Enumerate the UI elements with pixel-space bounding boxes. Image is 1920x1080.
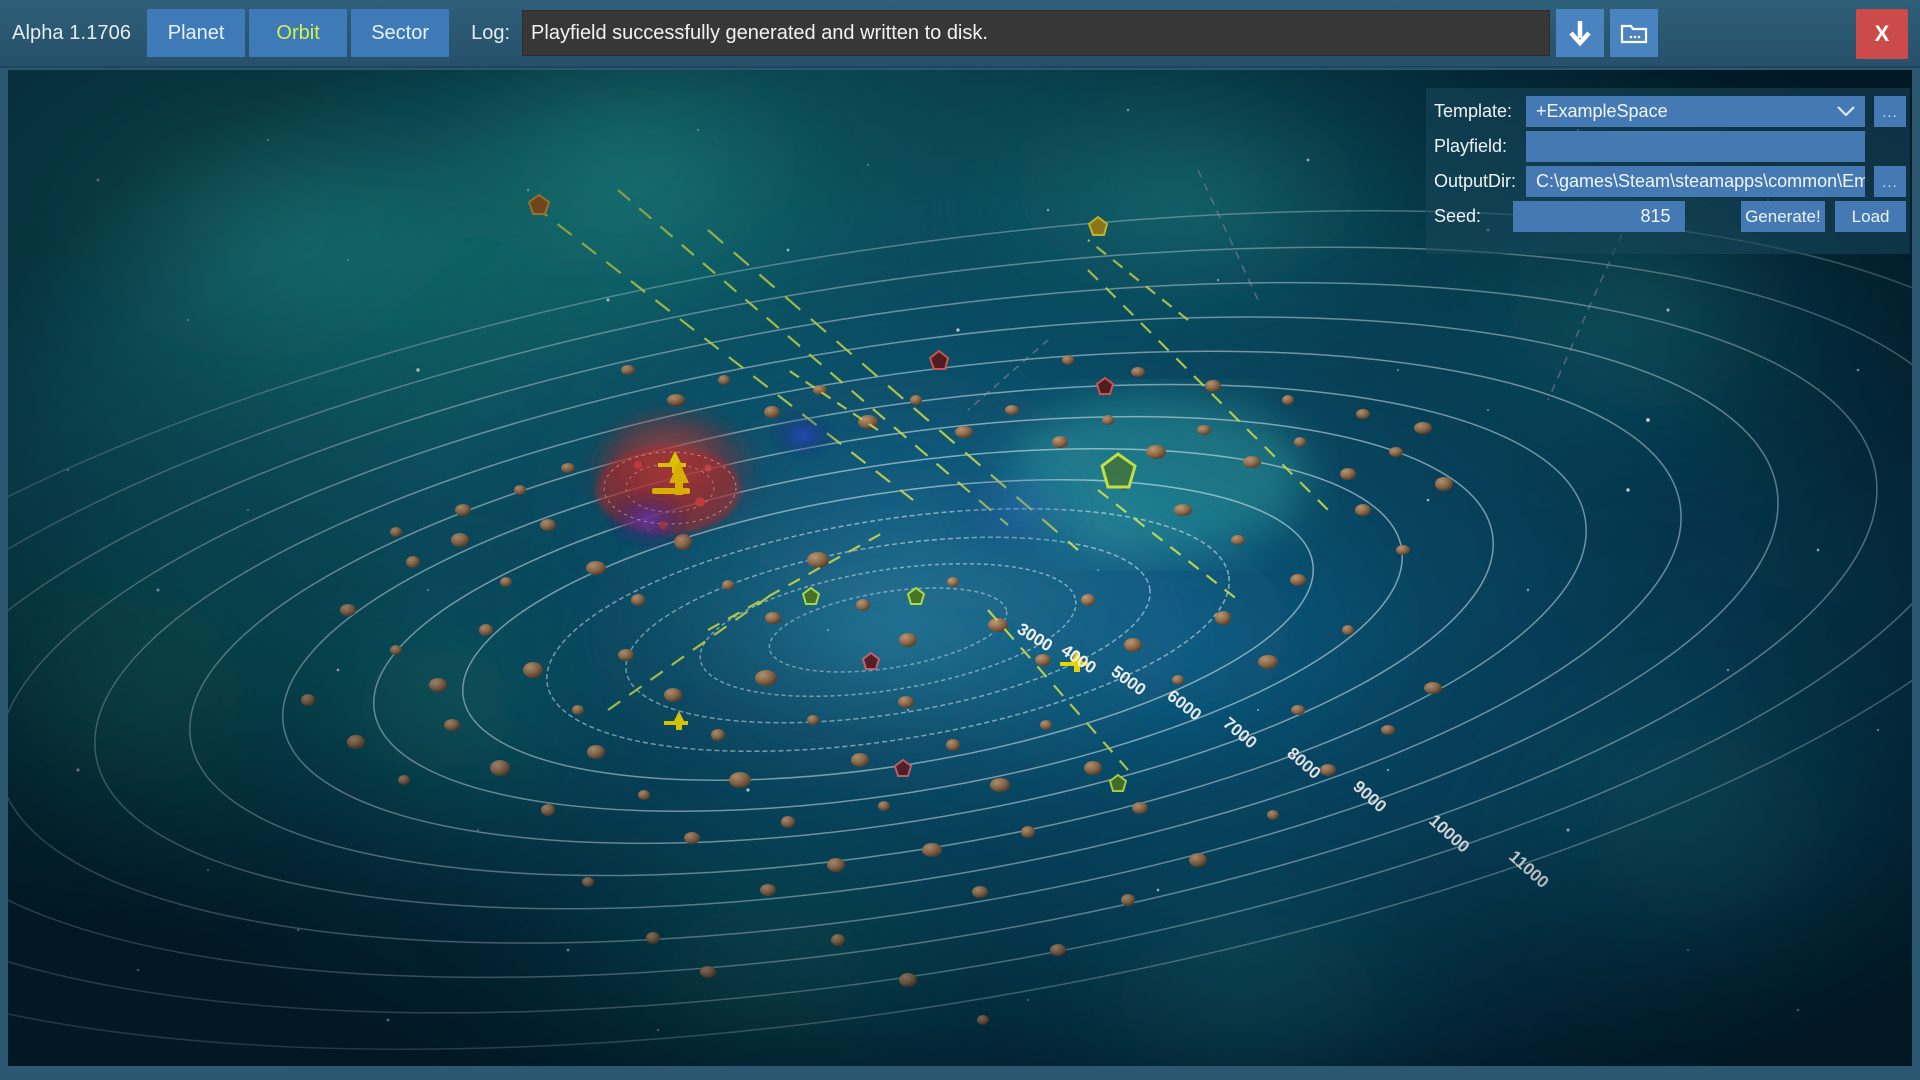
- generator-panel: Template: +ExampleSpace ... Playfield: O…: [1426, 88, 1910, 254]
- playfield-spacer: [1874, 131, 1906, 162]
- generate-button[interactable]: Generate!: [1740, 201, 1826, 232]
- close-button[interactable]: X: [1856, 9, 1908, 59]
- seed-row: Seed: 815 Generate! Load: [1434, 199, 1906, 234]
- outputdir-label: OutputDir:: [1434, 171, 1517, 191]
- version-label: Alpha 1.1706: [12, 21, 132, 44]
- tab-planet[interactable]: Planet: [147, 9, 246, 57]
- playfield-label: Playfield:: [1434, 136, 1508, 156]
- log-label: Log:: [471, 21, 511, 44]
- folder-browse-icon: [1620, 24, 1648, 44]
- template-dropdown[interactable]: +ExampleSpace: [1526, 96, 1865, 127]
- template-row: Template: +ExampleSpace ...: [1434, 94, 1906, 129]
- top-bar: Alpha 1.1706 Planet Orbit Sector Log: Pl…: [0, 0, 1920, 68]
- seed-input[interactable]: 815: [1513, 201, 1685, 232]
- outputdir-input[interactable]: C:\games\Steam\steamapps\common\Em: [1526, 166, 1865, 197]
- outputdir-browse-button[interactable]: ...: [1874, 166, 1906, 197]
- template-label: Template:: [1434, 101, 1513, 121]
- seed-label: Seed:: [1434, 206, 1482, 226]
- tab-orbit[interactable]: Orbit: [249, 9, 348, 57]
- template-browse-button[interactable]: ...: [1874, 96, 1906, 127]
- download-arrow-icon: [1569, 21, 1591, 47]
- chevron-down-icon: [1837, 106, 1855, 117]
- playfield-input[interactable]: [1526, 131, 1865, 162]
- download-arrow-button[interactable]: [1556, 9, 1605, 57]
- folder-browse-button[interactable]: [1610, 9, 1659, 57]
- load-button[interactable]: Load: [1835, 201, 1906, 232]
- log-message-field: Playfield successfully generated and wri…: [522, 10, 1551, 56]
- tab-sector[interactable]: Sector: [351, 9, 450, 57]
- outputdir-row: OutputDir: C:\games\Steam\steamapps\comm…: [1434, 164, 1906, 199]
- template-value: +ExampleSpace: [1536, 101, 1668, 121]
- playfield-row: Playfield:: [1434, 129, 1906, 164]
